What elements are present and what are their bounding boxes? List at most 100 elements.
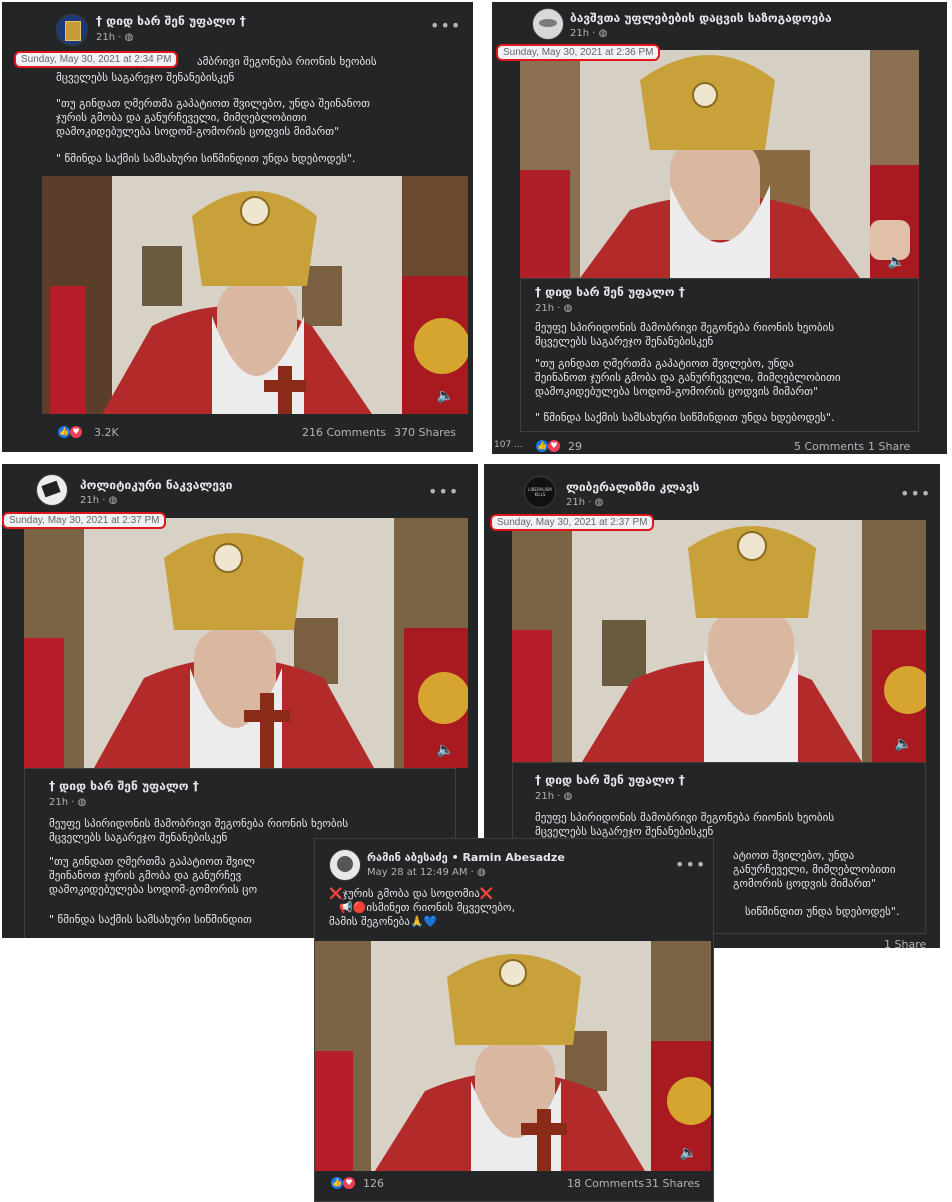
page-avatar[interactable]: LIBERALISM KILLS bbox=[524, 476, 556, 508]
post-meta[interactable]: 21h · ◍ bbox=[80, 495, 117, 506]
post-meta[interactable]: 21h · ◍ bbox=[570, 28, 607, 39]
quote-line: "თუ გინდათ ღმერთმა გაპატიოთ შვილებო, უნდ… bbox=[535, 357, 794, 370]
reactions[interactable]: 👍 ♥ bbox=[58, 426, 82, 438]
reactions[interactable]: 👍 ♥ bbox=[536, 440, 560, 452]
video-player[interactable]: 🔈 bbox=[42, 176, 468, 414]
more-options-icon[interactable]: ••• bbox=[428, 482, 459, 501]
timestamp-highlight: Sunday, May 30, 2021 at 2:37 PM bbox=[490, 514, 655, 531]
post-footer: 👍 ♥ 126 18 Comments 31 Shares bbox=[315, 1173, 713, 1199]
shares-count[interactable]: 1 Share bbox=[884, 938, 926, 948]
text-line: მეუფე სპირიდონის მამობრივი შეგონება რიონ… bbox=[49, 817, 349, 830]
speaker-icon[interactable]: 🔈 bbox=[437, 742, 454, 758]
shared-meta[interactable]: 21h · ◍ bbox=[535, 791, 572, 802]
video-player[interactable]: 🔈 bbox=[512, 520, 926, 762]
quote-line: განურჩეველი, მიმღებლობითი bbox=[733, 863, 896, 876]
quote-line: შეინანოთ ჯურის გმობა და განურჩეველი, მიმ… bbox=[535, 371, 841, 384]
love-icon: ♥ bbox=[548, 440, 560, 452]
post-footer: 👍 ♥ 3.2K 216 Comments 370 Shares bbox=[2, 424, 473, 450]
shared-page-name[interactable]: † დიდ ხარ შენ უფალო † bbox=[535, 773, 685, 787]
globe-icon: ◍ bbox=[77, 797, 87, 808]
globe-icon: ◍ bbox=[563, 791, 573, 802]
page-name[interactable]: პოლიტიკური ნაკვალევი bbox=[80, 478, 232, 492]
text-line: 📢🔴ისმინეთ რიონის მცველებო, bbox=[339, 901, 516, 914]
comments-count[interactable]: 18 Comments bbox=[567, 1177, 644, 1190]
text-line: მეუფე სპირიდონის მამობრივი შეგონება რიონ… bbox=[535, 321, 835, 334]
icon-image bbox=[41, 480, 61, 498]
quote-line: ჯურის გმობა და განურჩეველი, მიმღებლობითი bbox=[56, 111, 307, 124]
timestamp-highlight: Sunday, May 30, 2021 at 2:34 PM bbox=[14, 51, 179, 68]
shared-text: მეუფე სპირიდონის მამობრივი შეგონება რიონ… bbox=[535, 811, 920, 839]
video-player[interactable]: 🔈 bbox=[520, 50, 919, 278]
shared-meta[interactable]: 21h · ◍ bbox=[535, 303, 572, 314]
post-5: რამინ აბესაძე • Ramin Abesadze May 28 at… bbox=[314, 838, 714, 1202]
page-name[interactable]: ლიბერალიზმი კლავს bbox=[566, 480, 699, 494]
reactions[interactable]: 👍 ♥ bbox=[331, 1177, 355, 1189]
page-avatar[interactable] bbox=[532, 8, 564, 40]
post-meta[interactable]: May 28 at 12:49 AM · ◍ bbox=[367, 867, 486, 878]
post-text: მცველებს საგარეჯო შენანებისკენ bbox=[56, 71, 235, 84]
post-quote: "თუ გინდათ ღმერთმა გაპატიოთ შვილებო, უნდ… bbox=[56, 97, 466, 139]
page-name[interactable]: რამინ აბესაძე • Ramin Abesadze bbox=[367, 851, 565, 864]
quote-line: "თუ გინდათ ღმერთმა გაპატიოთ შვილებო, უნდ… bbox=[56, 97, 370, 110]
text-line: მცველებს საგარეჯო შენანებისკენ bbox=[535, 335, 714, 348]
speaker-icon[interactable]: 🔈 bbox=[680, 1145, 697, 1161]
reaction-count[interactable]: 3.2K bbox=[94, 426, 119, 439]
shared-text: მეუფე სპირიდონის მამობრივი შეგონება რიონ… bbox=[535, 321, 915, 349]
shares-count[interactable]: 370 Shares bbox=[394, 426, 456, 439]
more-options-icon[interactable]: ••• bbox=[675, 855, 706, 874]
page-avatar[interactable] bbox=[56, 14, 88, 46]
shares-count[interactable]: 31 Shares bbox=[645, 1177, 700, 1190]
avatar-text: LIBERALISM KILLS bbox=[528, 487, 552, 497]
shared-quote: " წმინდა საქმის სამსახური სიწმინდით უნდა… bbox=[535, 411, 835, 424]
text-line: მეუფე სპირიდონის მამობრივი შეგონება რიონ… bbox=[535, 811, 835, 824]
like-icon: 👍 bbox=[58, 426, 70, 438]
post-meta[interactable]: 21h · ◍ bbox=[566, 497, 603, 508]
timestamp-highlight: Sunday, May 30, 2021 at 2:37 PM bbox=[2, 512, 167, 529]
post-1: † დიდ ხარ შენ უფალო † 21h · ◍ ••• Sunday… bbox=[2, 2, 473, 452]
text-line: ❌ჯურის გმობა და სოდომია❌ bbox=[329, 887, 494, 900]
page-name[interactable]: ბავშვთა უფლებების დაცვის საზოგადოება bbox=[570, 11, 832, 25]
globe-icon: ◍ bbox=[124, 32, 134, 43]
video-player[interactable]: 🔈 bbox=[24, 518, 468, 768]
more-options-icon[interactable]: ••• bbox=[430, 16, 461, 35]
video-frame bbox=[315, 941, 711, 1171]
quote-line: დამოკიდებულება სოდომ-გომორის ცოდვის მიმა… bbox=[535, 385, 819, 398]
post-2: ბავშვთა უფლებების დაცვის საზოგადოება 21h… bbox=[492, 2, 947, 454]
love-icon: ♥ bbox=[70, 426, 82, 438]
page-avatar[interactable] bbox=[36, 474, 68, 506]
post-meta[interactable]: 21h · ◍ bbox=[96, 32, 133, 43]
shares-count[interactable]: 1 Share bbox=[868, 440, 910, 453]
video-player[interactable]: 🔈 bbox=[315, 941, 711, 1171]
globe-icon: ◍ bbox=[594, 497, 604, 508]
comments-count[interactable]: 5 Comments bbox=[794, 440, 864, 453]
shared-quote: ატიოთ შვილებო, უნდა განურჩეველი, მიმღებლ… bbox=[733, 849, 923, 891]
page-avatar[interactable] bbox=[329, 849, 361, 881]
speaker-icon[interactable]: 🔈 bbox=[895, 736, 912, 752]
shared-page-name[interactable]: † დიდ ხარ შენ უფალო † bbox=[535, 285, 685, 299]
speaker-icon[interactable]: 🔈 bbox=[888, 254, 905, 270]
post-quote: " წმინდა საქმის სამსახური სიწმინდით უნდა… bbox=[56, 152, 356, 165]
quote-line: ატიოთ შვილებო, უნდა bbox=[733, 849, 855, 862]
speaker-icon[interactable]: 🔈 bbox=[437, 388, 454, 404]
video-frame bbox=[512, 520, 926, 762]
love-icon: ♥ bbox=[343, 1177, 355, 1189]
page-name[interactable]: † დიდ ხარ შენ უფალო † bbox=[96, 14, 246, 28]
comments-count[interactable]: 216 Comments bbox=[302, 426, 386, 439]
shared-post[interactable]: † დიდ ხარ შენ უფალო † 21h · ◍ მეუფე სპირ… bbox=[520, 278, 919, 432]
shared-quote: "თუ გინდათ ღმერთმა გაპატიოთ შვილებო, უნდ… bbox=[535, 357, 915, 399]
reaction-count[interactable]: 29 bbox=[568, 440, 582, 453]
more-options-icon[interactable]: ••• bbox=[900, 484, 931, 503]
shared-quote: სიწმინდით უნდა ხდებოდეს". bbox=[745, 905, 900, 918]
globe-icon: ◍ bbox=[477, 867, 486, 878]
globe-icon: ◍ bbox=[598, 28, 608, 39]
text-line: მცველებს საგარეჯო შენანებისკენ bbox=[535, 825, 714, 838]
globe-icon: ◍ bbox=[563, 303, 573, 314]
like-icon: 👍 bbox=[536, 440, 548, 452]
reaction-count[interactable]: 126 bbox=[363, 1177, 384, 1190]
shared-meta[interactable]: 21h · ◍ bbox=[49, 797, 86, 808]
icon-image bbox=[539, 19, 557, 27]
icon-image bbox=[65, 21, 81, 41]
video-frame bbox=[520, 50, 919, 278]
shared-page-name[interactable]: † დიდ ხარ შენ უფალო † bbox=[49, 779, 199, 793]
quote-line: გომორის ცოდვის მიმართ" bbox=[733, 877, 877, 890]
